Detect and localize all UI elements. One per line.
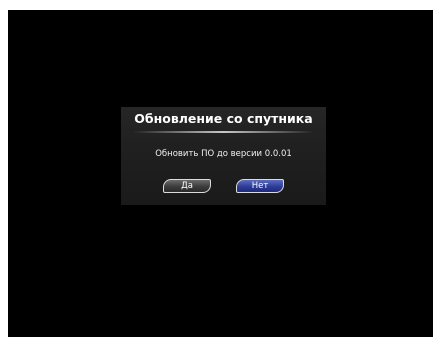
satellite-update-dialog: Обновление со спутника Обновить ПО до ве… xyxy=(121,107,326,205)
tv-screen: Обновление со спутника Обновить ПО до ве… xyxy=(8,10,433,337)
no-button[interactable]: Нет xyxy=(236,179,284,193)
yes-button[interactable]: Да xyxy=(163,179,211,193)
title-divider xyxy=(133,131,314,133)
update-message: Обновить ПО до версии 0.0.01 xyxy=(155,149,292,159)
dialog-title: Обновление со спутника xyxy=(134,111,313,126)
